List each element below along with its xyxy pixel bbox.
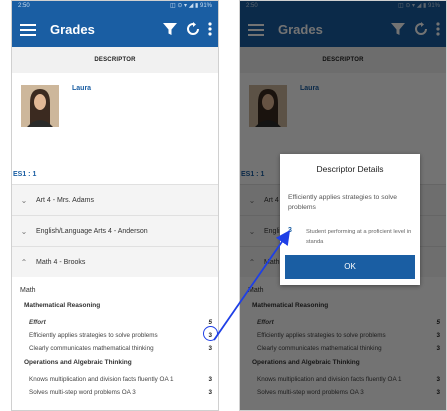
student-name: Laura: [72, 85, 92, 92]
highlight-circle: [203, 326, 218, 341]
filter-icon[interactable]: [162, 21, 178, 37]
chevron-down-icon: ⌄: [20, 226, 28, 236]
course-label: Math 4 - Brooks: [36, 258, 86, 266]
dialog-title: Descriptor Details: [316, 164, 384, 174]
chevron-up-icon: ⌃: [20, 257, 28, 267]
status-bar: 2:50 ◫ ⊙ ▾ ◢ ▮ 91%: [12, 1, 218, 12]
phone-screen-grades: 2:50 ◫ ⊙ ▾ ◢ ▮ 91% Grades DESCRIPTOR Lau…: [11, 0, 219, 411]
phone-screen-descriptor-dialog: 2:50 ◫ ⊙ ▾ ◢ ▮ 91% Grades DESCRIPTOR Lau…: [239, 0, 447, 411]
hamburger-menu-icon[interactable]: [20, 21, 36, 39]
descriptor-row[interactable]: Solves multi-step word problems OA 3 3: [12, 386, 218, 399]
descriptor-value: 3: [208, 389, 212, 396]
course-detail: Math Mathematical Reasoning Effort 5 Eff…: [12, 287, 218, 399]
group-heading: Mathematical Reasoning: [24, 302, 101, 309]
refresh-icon[interactable]: [186, 22, 200, 36]
status-time: 2:50: [18, 3, 30, 9]
descriptor-details-dialog: Descriptor Details Efficiently applies s…: [280, 154, 420, 285]
descriptor-row[interactable]: Clearly communicates mathematical thinki…: [12, 342, 218, 355]
descriptor-subheader: DESCRIPTOR: [12, 47, 218, 73]
descriptor-label: Knows multiplication and division facts …: [29, 376, 174, 383]
dialog-score-description: Student performing at a proficient level…: [306, 229, 412, 245]
student-profile: Laura: [12, 73, 218, 173]
course-row-ela[interactable]: ⌄ English/Language Arts 4 - Anderson: [12, 215, 218, 246]
status-icons: ◫ ⊙ ▾ ◢ ▮ 91%: [170, 3, 212, 9]
chevron-down-icon: ⌄: [20, 195, 28, 205]
descriptor-row[interactable]: Effort 5: [12, 316, 218, 329]
dialog-score: 3: [288, 227, 292, 234]
course-label: Art 4 - Mrs. Adams: [36, 196, 94, 204]
descriptor-label: Clearly communicates mathematical thinki…: [29, 345, 154, 352]
descriptor-label: Effort: [29, 319, 46, 326]
subject-label: Math: [20, 287, 36, 294]
app-bar: Grades: [12, 12, 218, 47]
descriptor-row[interactable]: Knows multiplication and division facts …: [12, 373, 218, 386]
descriptor-value: 3: [208, 376, 212, 383]
app-title: Grades: [50, 22, 95, 37]
dialog-descriptor-text: Efficiently applies strategies to solve …: [288, 194, 398, 211]
more-options-icon[interactable]: [208, 22, 212, 36]
course-label: English/Language Arts 4 - Anderson: [36, 227, 148, 235]
course-row-art[interactable]: ⌄ Art 4 - Mrs. Adams: [12, 184, 218, 215]
ok-button[interactable]: OK: [285, 255, 415, 279]
descriptor-label: Efficiently applies strategies to solve …: [29, 332, 158, 339]
descriptor-row[interactable]: Efficiently applies strategies to solve …: [12, 326, 218, 342]
descriptor-value: 3: [208, 345, 212, 352]
section-label: ES1 : 1: [13, 171, 37, 178]
descriptor-label: Solves multi-step word problems OA 3: [29, 389, 136, 396]
dialog-score-row: 3 Student performing at a proficient lev…: [288, 227, 412, 247]
course-row-math[interactable]: ⌃ Math 4 - Brooks: [12, 246, 218, 277]
student-avatar: [21, 85, 59, 127]
group-heading: Operations and Algebraic Thinking: [24, 359, 132, 366]
